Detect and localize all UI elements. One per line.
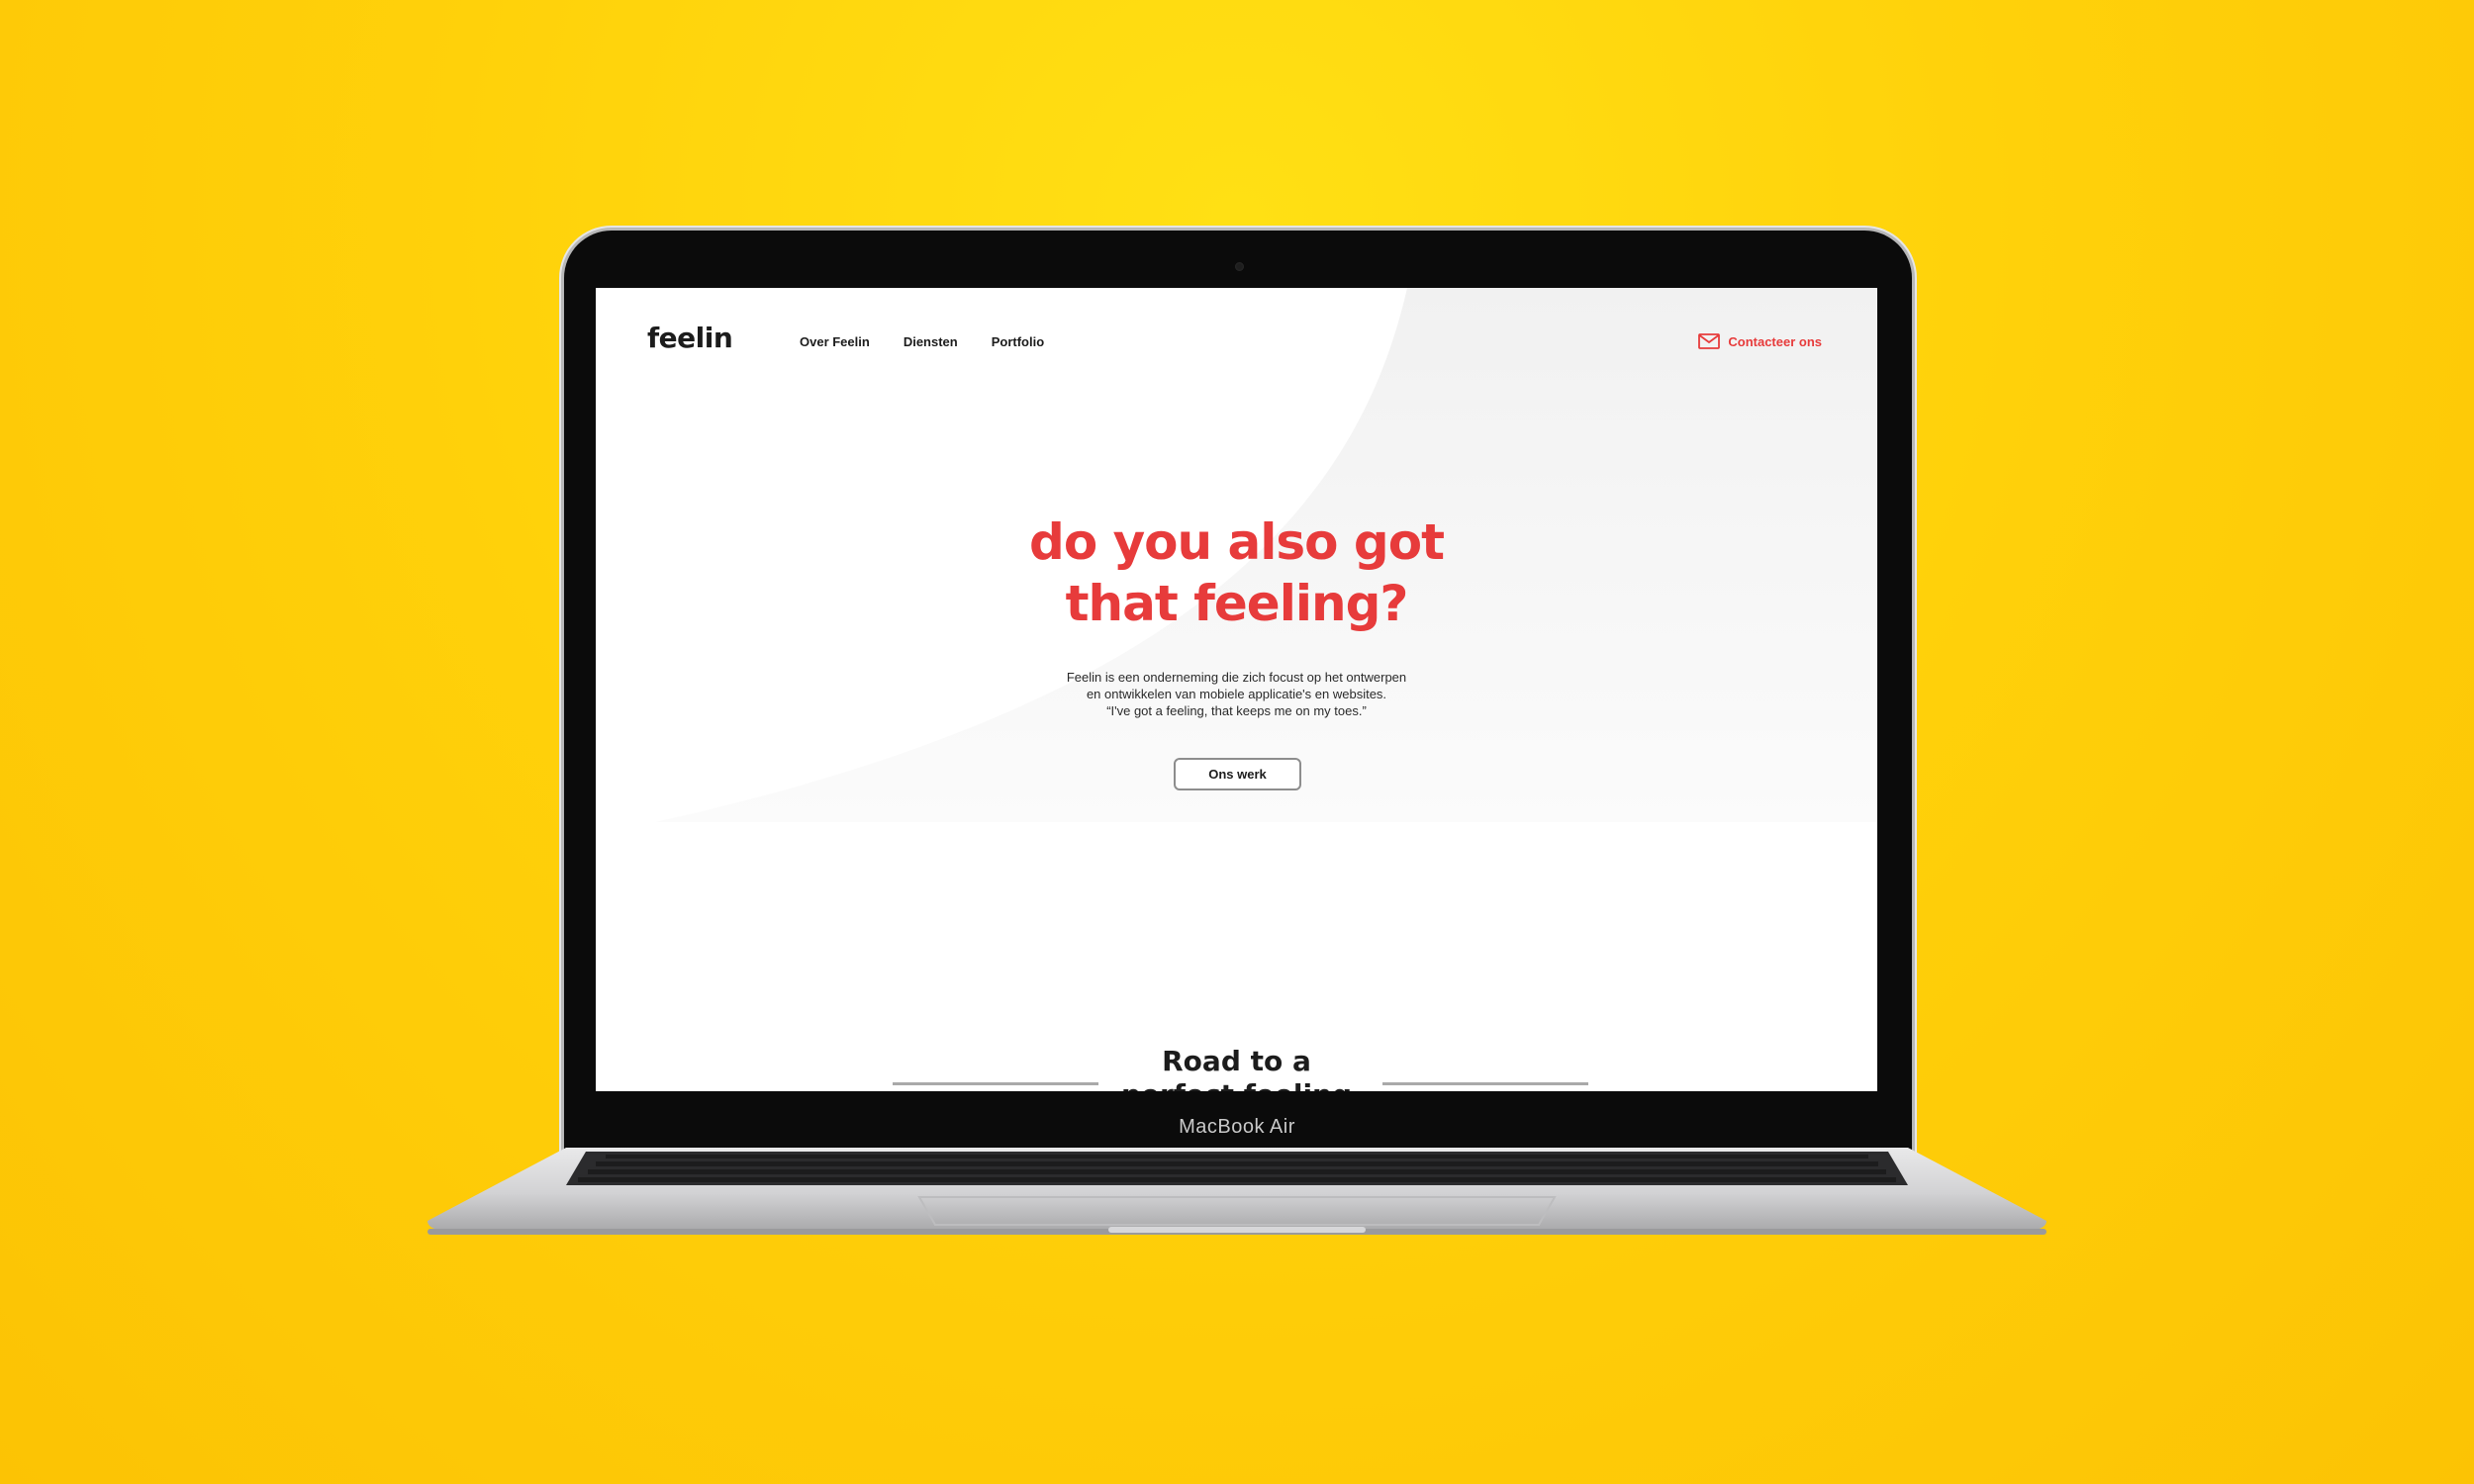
nav-item-portfolio[interactable]: Portfolio — [992, 334, 1044, 349]
camera-icon — [1235, 262, 1244, 271]
hero-description-line: Feelin is een onderneming die zich focus… — [1066, 670, 1407, 685]
nav-item-diensten[interactable]: Diensten — [904, 334, 958, 349]
contact-label: Contacteer ons — [1728, 333, 1822, 349]
nav-item-over-feelin[interactable]: Over Feelin — [800, 334, 870, 349]
section-title-line: Road to a — [1162, 1045, 1311, 1077]
hero-title-line: that feeling? — [1065, 575, 1409, 632]
hero-description-line: en ontwikkelen van mobiele applicatie's … — [1086, 687, 1387, 701]
keyboard — [566, 1152, 1908, 1185]
hero-description: Feelin is een onderneming die zich focus… — [596, 669, 1877, 719]
device-label: MacBook Air — [1179, 1116, 1295, 1138]
mail-icon — [1698, 333, 1721, 349]
section-title: Road to a perfect feeling — [596, 1045, 1877, 1091]
hero-title: do you also got that feeling? — [596, 511, 1877, 634]
section-title-line: perfect feeling — [596, 1078, 1877, 1091]
hero-title-line: do you also got — [1029, 513, 1445, 571]
ons-werk-button[interactable]: Ons werk — [1174, 758, 1301, 790]
hero-description-line: “I've got a feeling, that keeps me on my… — [1106, 703, 1367, 718]
contact-link[interactable]: Contacteer ons — [1698, 333, 1822, 349]
main-nav: Over Feelin Diensten Portfolio — [800, 334, 1044, 349]
site-logo[interactable]: feelin — [647, 322, 733, 354]
browser-viewport: feelin Over Feelin Diensten Portfolio Co… — [596, 288, 1877, 1091]
